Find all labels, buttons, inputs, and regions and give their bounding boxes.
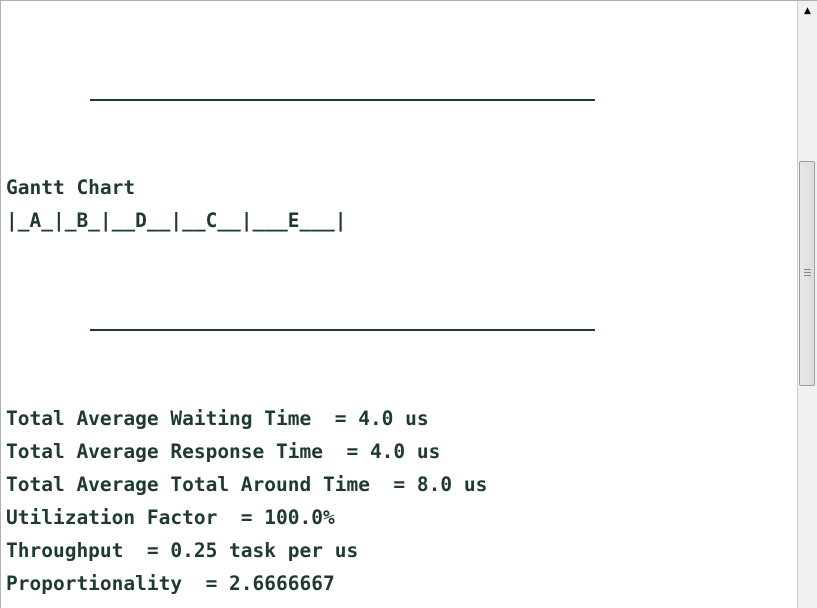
stat-utilization-factor: Utilization Factor = 100.0% [6, 506, 335, 529]
gantt-chart-bar: |_A_|_B_|__D__|__C__|___E___| [6, 209, 347, 232]
separator-line-top [90, 99, 595, 101]
triangle-up-icon[interactable]: ▲ [799, 2, 816, 19]
gantt-chart-title: Gantt Chart [6, 176, 136, 199]
stat-proportionality: Proportionality = 2.6666667 [6, 572, 335, 595]
grip-icon [804, 269, 811, 277]
stat-average-turnaround-time: Total Average Total Around Time = 8.0 us [6, 473, 488, 496]
stat-average-waiting-time: Total Average Waiting Time = 4.0 us [6, 407, 429, 430]
separator-line-bottom [90, 329, 595, 331]
output-window: Gantt Chart |_A_|_B_|__D__|__C__|___E___… [0, 0, 817, 608]
stat-throughput: Throughput = 0.25 task per us [6, 539, 359, 562]
vertical-scrollbar[interactable]: ▲ [797, 1, 817, 608]
scrollbar-thumb[interactable] [799, 161, 815, 386]
stat-average-response-time: Total Average Response Time = 4.0 us [6, 440, 441, 463]
output-text-area[interactable]: Gantt Chart |_A_|_B_|__D__|__C__|___E___… [1, 1, 797, 608]
